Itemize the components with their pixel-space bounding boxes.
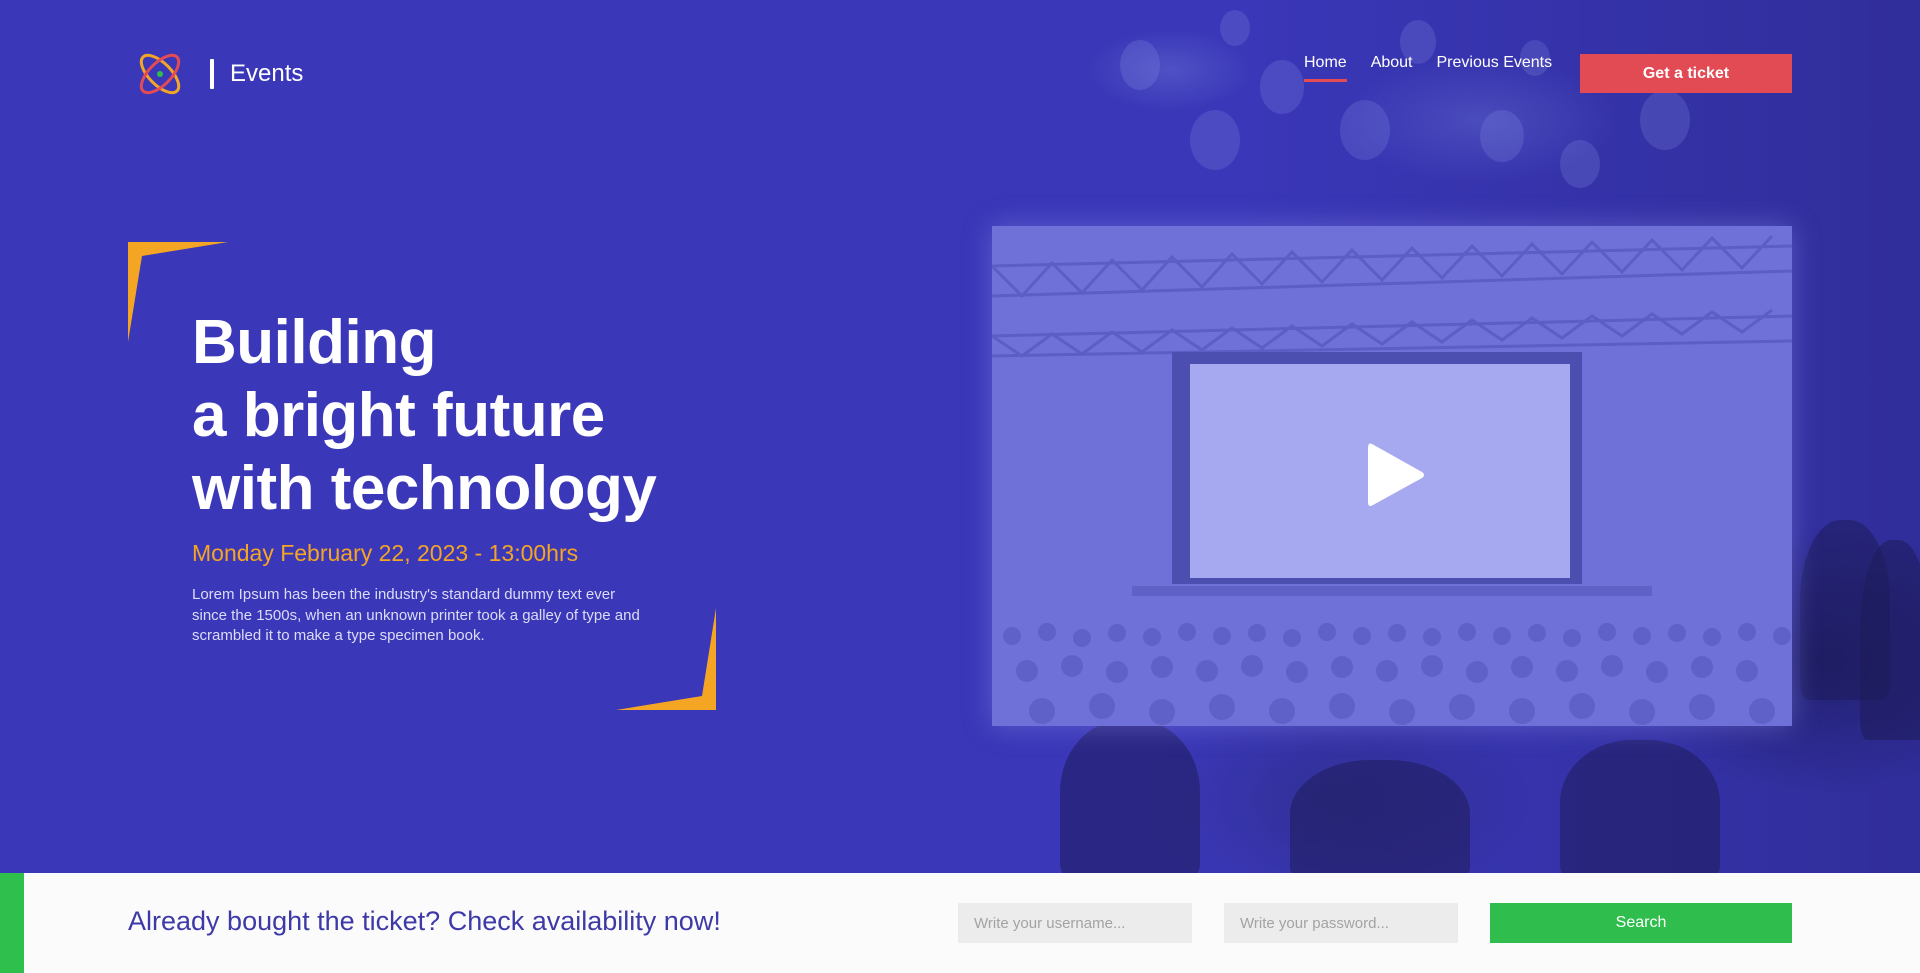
- nav-previous-events[interactable]: Previous Events: [1437, 54, 1553, 78]
- hero-title-line: Building: [192, 308, 436, 377]
- get-ticket-button[interactable]: Get a ticket: [1580, 54, 1792, 93]
- atom-icon: [134, 48, 186, 100]
- ticket-check-bar: Already bought the ticket? Check availab…: [0, 873, 1920, 973]
- ticket-check-title: Already bought the ticket? Check availab…: [128, 906, 721, 936]
- event-date: Monday February 22, 2023 - 13:00hrs: [192, 540, 579, 566]
- hero-section: Events Home About Previous Events Get a …: [0, 0, 1920, 873]
- password-input[interactable]: [1224, 903, 1458, 943]
- play-video-button[interactable]: [1366, 440, 1426, 510]
- stage-platform: [1132, 586, 1652, 596]
- event-video[interactable]: [992, 226, 1792, 726]
- nav-home[interactable]: Home: [1304, 54, 1347, 82]
- accent-stripe: [0, 873, 24, 973]
- hero-title: Building a bright future with technology: [192, 306, 657, 525]
- username-input[interactable]: [958, 903, 1192, 943]
- hero-title-line: a bright future: [192, 381, 605, 450]
- brand-logo[interactable]: Events: [134, 48, 303, 100]
- play-icon: [1368, 443, 1424, 506]
- search-button[interactable]: Search: [1490, 903, 1792, 943]
- brand-name: Events: [230, 60, 304, 87]
- event-description: Lorem Ipsum has been the industry's stan…: [192, 586, 640, 644]
- main-nav: Home About Previous Events: [1304, 54, 1576, 82]
- nav-about[interactable]: About: [1371, 54, 1413, 78]
- stage-truss-illustration: [992, 234, 1792, 358]
- logo-divider: [210, 59, 214, 89]
- audience-illustration: [1003, 623, 1791, 725]
- hero-title-line: with technology: [192, 454, 657, 523]
